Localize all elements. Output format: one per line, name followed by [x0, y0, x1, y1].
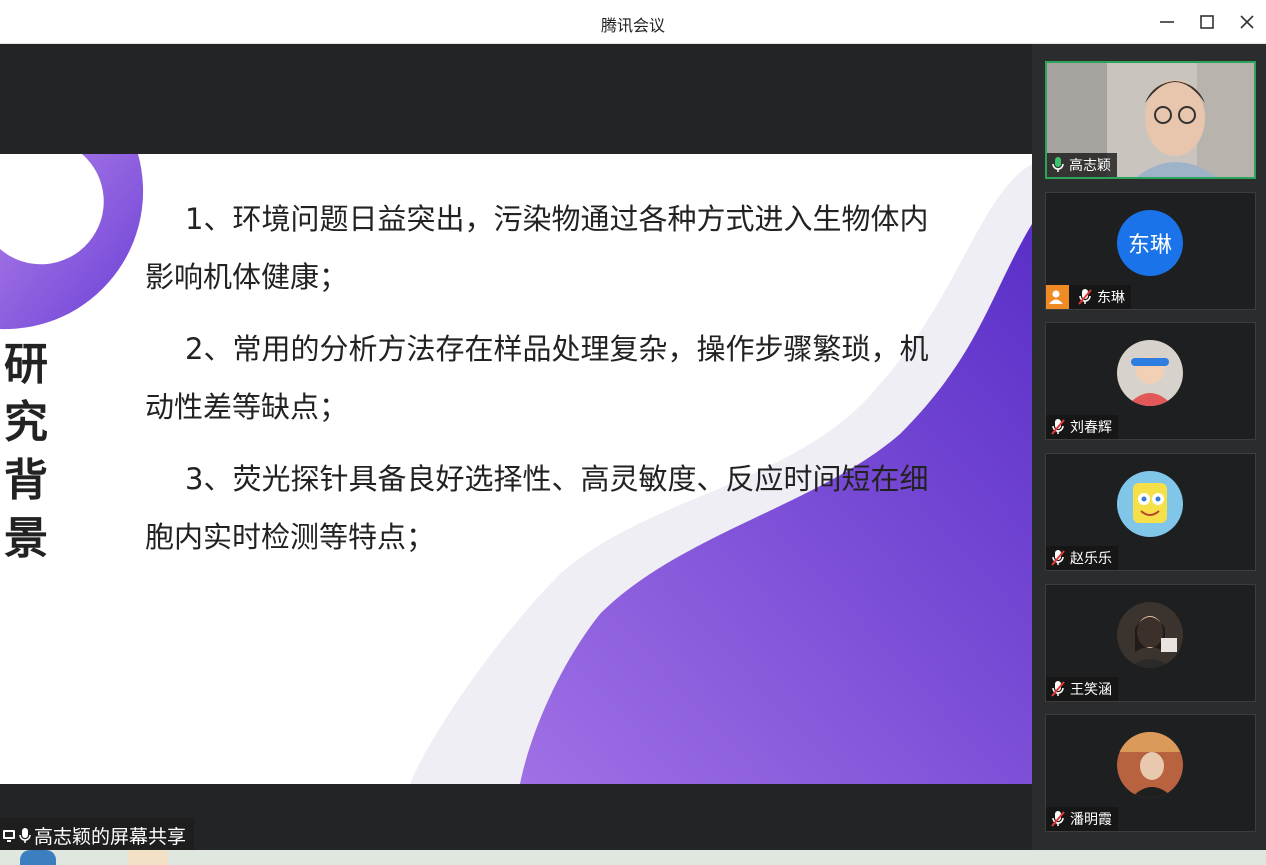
- minimize-icon: [1160, 21, 1174, 23]
- participant-name: 刘春辉: [1070, 420, 1112, 436]
- host-icon: [1046, 285, 1069, 309]
- participant-name: 高志颖: [1069, 158, 1111, 174]
- participant-nametag: 东琳: [1046, 285, 1131, 309]
- participant-name: 潘明霞: [1070, 812, 1112, 828]
- mic-muted-icon: [1078, 289, 1092, 305]
- participant-name: 东琳: [1097, 290, 1125, 306]
- participant-avatar: [1117, 471, 1183, 537]
- screen-share-icon: [3, 829, 15, 842]
- participant-tile[interactable]: 赵乐乐: [1045, 453, 1256, 571]
- screen-share-text: 高志颖的屏幕共享: [34, 826, 187, 848]
- participant-nametag: 王笑涵: [1046, 677, 1118, 701]
- close-icon: [1240, 15, 1254, 29]
- minimize-button[interactable]: [1152, 8, 1182, 36]
- participant-avatar: [1117, 602, 1183, 668]
- mic-on-icon: [19, 827, 31, 843]
- heading-char: 研: [4, 339, 48, 390]
- taskbar-app-icon[interactable]: [20, 850, 56, 865]
- participant-tile[interactable]: 东琳 东琳: [1045, 192, 1256, 310]
- slide-point-1: 1、环境问题日益突出，污染物通过各种方式进入生物体内影响机体健康；: [145, 202, 929, 294]
- taskbar-strip: [0, 850, 1266, 865]
- heading-char: 景: [4, 513, 48, 564]
- mic-muted-icon: [1051, 811, 1065, 827]
- presentation-slide: 研 究 背 景 1、环境问题日益突出，污染物通过各种方式进入生物体内影响机体健康…: [0, 154, 1032, 784]
- slide-point-2: 2、常用的分析方法存在样品处理复杂，操作步骤繁琐，机动性差等缺点；: [145, 332, 929, 424]
- participant-nametag: 潘明霞: [1046, 807, 1118, 831]
- mic-on-icon: [1052, 157, 1064, 172]
- participant-tile[interactable]: 高志颖: [1045, 61, 1256, 179]
- participant-tile[interactable]: 潘明霞: [1045, 714, 1256, 832]
- participant-name: 王笑涵: [1070, 682, 1112, 698]
- participant-tile[interactable]: 刘春辉: [1045, 322, 1256, 440]
- slide-point-3: 3、荧光探针具备良好选择性、高灵敏度、反应时间短在细胞内实时检测等特点；: [145, 462, 929, 554]
- participant-avatar: [1117, 340, 1183, 406]
- participant-nametag: 刘春辉: [1046, 415, 1118, 439]
- participant-tile[interactable]: 王笑涵: [1045, 584, 1256, 702]
- shared-screen-area: 研 究 背 景 1、环境问题日益突出，污染物通过各种方式进入生物体内影响机体健康…: [0, 44, 1032, 850]
- window-title: 腾讯会议: [600, 16, 665, 35]
- participant-avatar: [1117, 732, 1183, 798]
- participant-avatar: 东琳: [1117, 210, 1183, 276]
- title-bar: 腾讯会议: [0, 0, 1266, 44]
- screen-share-label[interactable]: 高志颖的屏幕共享: [0, 818, 195, 850]
- taskbar-app-icon[interactable]: [128, 850, 168, 865]
- close-button[interactable]: [1232, 8, 1262, 36]
- participant-name: 赵乐乐: [1070, 551, 1112, 567]
- slide-heading: 研 究 背 景: [4, 336, 54, 568]
- maximize-button[interactable]: [1192, 8, 1222, 36]
- participant-nametag: 高志颖: [1047, 153, 1117, 177]
- maximize-icon: [1200, 15, 1214, 29]
- heading-char: 背: [4, 455, 48, 506]
- mic-muted-icon: [1051, 550, 1065, 566]
- mic-muted-icon: [1051, 681, 1065, 697]
- heading-char: 究: [4, 397, 48, 448]
- participant-nametag: 赵乐乐: [1046, 546, 1118, 570]
- mic-muted-icon: [1051, 419, 1065, 435]
